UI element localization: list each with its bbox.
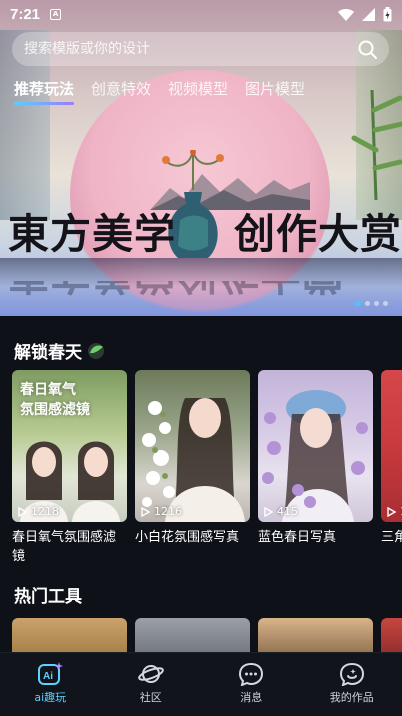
card-overlay-line1: 春日氧气: [20, 382, 76, 398]
battery-icon: [383, 6, 392, 21]
section-spring-title-text: 解锁春天: [14, 343, 82, 363]
section-tools-title-text: 热门工具: [14, 587, 82, 607]
template-card[interactable]: 415 蓝色春日写真: [258, 370, 373, 566]
signal-icon: [362, 7, 375, 21]
banner-pagination: [354, 301, 388, 306]
nav-item-community[interactable]: 社区: [101, 653, 202, 716]
ai-icon: Ai: [38, 662, 64, 685]
banner-title-right: 创作大赏: [234, 210, 402, 258]
wifi-icon: [338, 8, 354, 21]
planet-icon: [137, 665, 164, 683]
search-bar[interactable]: [12, 32, 389, 66]
play-icon: [387, 506, 396, 517]
nav-label: 我的作品: [329, 691, 374, 704]
tab-recommended[interactable]: 推荐玩法: [14, 78, 75, 105]
tab-video-models[interactable]: 视频模型: [168, 78, 228, 105]
play-count: 1: [387, 505, 402, 518]
card-overlay-line2: 氛围感滤镜: [20, 402, 90, 418]
nav-label: 消息: [240, 691, 263, 704]
card-title: 三角: [381, 530, 402, 545]
template-card[interactable]: 1216 小白花氛围感写真: [135, 370, 250, 566]
banner-title-left: 東方美学: [8, 210, 176, 258]
nav-label: 社区: [139, 691, 162, 704]
card-thumbnail[interactable]: 1216: [135, 370, 250, 522]
spring-card-list: 春日氧气 氛围感滤镜 1218 春日氧气氛围感滤镜 1216 小白花氛围感写真 …: [12, 370, 402, 566]
search-icon[interactable]: [358, 40, 377, 59]
play-count: 1218: [18, 505, 59, 518]
pagination-dot: [383, 301, 388, 306]
banner-bamboo: [351, 90, 402, 200]
play-count-value: 1216: [154, 505, 182, 518]
status-right-icons: [338, 6, 392, 22]
section-spring-title: 解锁春天: [14, 338, 106, 363]
play-count: 415: [264, 505, 298, 518]
card-thumbnail[interactable]: 1: [381, 370, 402, 522]
nav-item-ai-play[interactable]: Ai ai趣玩: [0, 653, 101, 716]
search-input[interactable]: [24, 41, 358, 57]
card-title: 春日氧气氛围感滤镜: [12, 530, 117, 564]
banner-title: 東方美学 创作大赏: [8, 200, 402, 260]
svg-text:Ai: Ai: [43, 671, 53, 682]
category-tabs: 推荐玩法 创意特效 视频模型 图片模型: [14, 78, 305, 105]
card-thumbnail[interactable]: 415: [258, 370, 373, 522]
notification-badge-icon: A: [50, 8, 62, 20]
app-screen: 東方美学 创作大赏 東方美学 创作大赏 7:21 A 推荐玩法 创意特效: [0, 0, 402, 716]
bottom-navigation: Ai ai趣玩 社区 消息 我的作品: [0, 652, 402, 716]
card-title: 小白花氛围感写真: [135, 530, 240, 545]
message-icon: [239, 662, 264, 686]
leaf-emoji-icon: [88, 342, 104, 359]
play-count-value: 415: [277, 505, 298, 518]
play-icon: [264, 506, 273, 517]
card-overlay-text: 春日氧气 氛围感滤镜: [20, 380, 90, 420]
card-thumbnail[interactable]: 春日氧气 氛围感滤镜 1218: [12, 370, 127, 522]
section-tools-title: 热门工具: [14, 582, 82, 607]
card-title: 蓝色春日写真: [258, 530, 337, 545]
nav-item-my-works[interactable]: 我的作品: [302, 653, 402, 716]
status-bar: 7:21 A: [0, 0, 402, 28]
portrait-image: [142, 398, 245, 522]
status-time: 7:21: [10, 5, 41, 23]
works-icon: [339, 662, 364, 686]
template-card[interactable]: 1 三角: [381, 370, 402, 566]
nav-label: ai趣玩: [34, 691, 67, 704]
play-count: 1216: [141, 505, 182, 518]
tab-creative-effects[interactable]: 创意特效: [91, 78, 151, 105]
pagination-dot: [354, 301, 361, 306]
portrait-image: [262, 390, 368, 522]
play-count-value: 1218: [31, 505, 59, 518]
play-icon: [141, 506, 150, 517]
nav-item-messages[interactable]: 消息: [201, 653, 302, 716]
template-card[interactable]: 春日氧气 氛围感滤镜 1218 春日氧气氛围感滤镜: [12, 370, 127, 566]
play-icon: [18, 506, 27, 517]
pagination-dot: [365, 301, 370, 306]
tab-image-models[interactable]: 图片模型: [245, 78, 305, 105]
pagination-dot: [374, 301, 379, 306]
